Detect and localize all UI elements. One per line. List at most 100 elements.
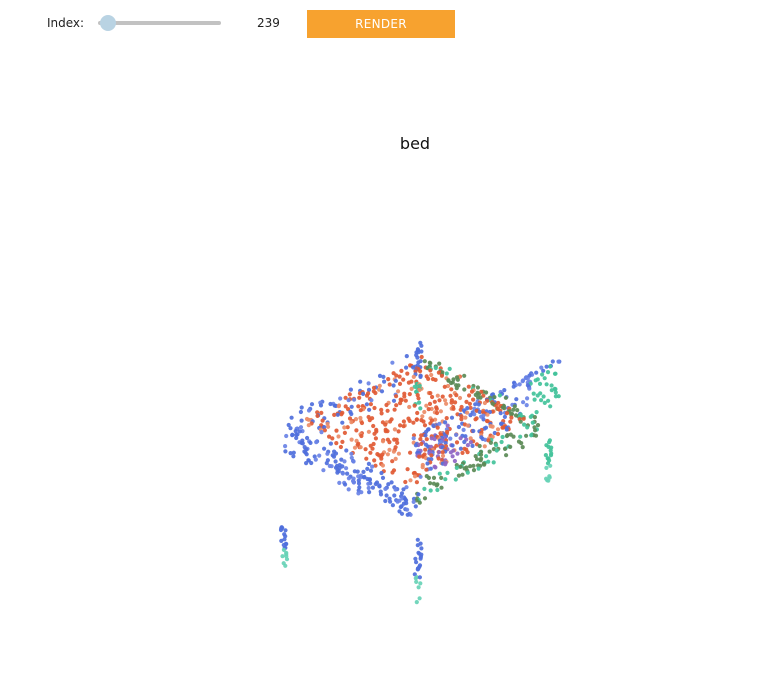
cloud-point: [368, 402, 373, 407]
cloud-point: [419, 546, 424, 551]
cloud-point: [387, 440, 392, 445]
cloud-point: [413, 576, 418, 581]
cloud-point: [454, 465, 459, 470]
cloud-point: [477, 443, 482, 449]
cloud-point: [470, 443, 475, 448]
cloud-point: [439, 373, 444, 378]
cloud-point: [515, 408, 520, 413]
index-slider-thumb[interactable]: [100, 15, 117, 31]
cloud-point: [533, 433, 539, 438]
cloud-point: [336, 404, 341, 409]
cloud-point: [500, 425, 505, 430]
cloud-point: [384, 493, 389, 498]
cloud-point: [503, 395, 508, 400]
cloud-point: [379, 411, 384, 416]
cloud-point: [419, 343, 424, 348]
cloud-point: [431, 475, 437, 480]
cloud-point: [309, 402, 315, 407]
cloud-point: [520, 379, 525, 384]
cloud-point: [396, 389, 401, 394]
cloud-point: [431, 423, 436, 429]
cloud-point: [437, 471, 442, 476]
cloud-point: [366, 429, 371, 434]
cloud-point: [535, 423, 541, 428]
cloud-point: [532, 415, 538, 420]
cloud-point: [427, 401, 433, 406]
cloud-point: [433, 365, 438, 371]
cloud-point: [397, 374, 402, 379]
cloud-point: [430, 394, 435, 400]
cloud-point: [372, 458, 377, 463]
cloud-point: [416, 585, 421, 590]
point-cloud-plot[interactable]: [0, 160, 768, 689]
index-slider[interactable]: [98, 21, 221, 25]
cloud-point: [537, 381, 543, 386]
cloud-point: [532, 397, 537, 402]
cloud-point: [454, 393, 459, 398]
cloud-point: [476, 402, 481, 407]
render-button[interactable]: RENDER: [307, 10, 455, 38]
cloud-point: [391, 449, 396, 454]
cloud-point: [438, 409, 443, 414]
cloud-point: [314, 440, 319, 445]
cloud-point: [450, 454, 455, 459]
cloud-point: [315, 413, 320, 418]
cloud-point: [429, 453, 434, 458]
cloud-point: [502, 446, 508, 451]
cloud-point: [482, 462, 487, 467]
cloud-point: [465, 410, 470, 415]
cloud-point: [413, 504, 418, 509]
cloud-point: [349, 437, 354, 442]
cloud-point: [444, 401, 449, 406]
cloud-point: [334, 428, 339, 433]
cloud-point: [349, 420, 354, 425]
index-value: 239: [257, 16, 280, 30]
cloud-point: [461, 427, 466, 432]
cloud-point: [541, 394, 546, 399]
cloud-point: [429, 372, 434, 378]
cloud-point: [395, 440, 400, 445]
cloud-point: [474, 457, 480, 462]
cloud-point: [385, 408, 390, 413]
cloud-point: [411, 374, 416, 379]
cloud-point: [352, 445, 358, 450]
cloud-point: [365, 466, 370, 471]
cloud-point: [300, 441, 305, 446]
cloud-point: [407, 392, 412, 397]
cloud-point: [475, 385, 480, 390]
cloud-point: [432, 399, 437, 404]
cloud-point: [409, 386, 414, 391]
cloud-point: [407, 418, 412, 423]
cloud-point: [519, 441, 524, 446]
cloud-point: [392, 407, 397, 412]
cloud-point: [440, 453, 446, 458]
cloud-point: [342, 425, 347, 430]
cloud-point: [504, 411, 510, 416]
cloud-point: [361, 469, 366, 474]
cloud-point: [344, 448, 349, 453]
cloud-point: [392, 493, 397, 498]
cloud-point: [511, 434, 516, 439]
cloud-point: [390, 459, 395, 464]
cloud-point: [332, 412, 337, 417]
cloud-point: [321, 468, 326, 473]
cloud-point: [550, 359, 555, 364]
cloud-point: [422, 486, 427, 491]
cloud-point: [366, 387, 372, 392]
cloud-point: [524, 433, 529, 438]
cloud-point: [476, 466, 481, 471]
cloud-point: [419, 354, 424, 360]
cloud-point: [319, 430, 324, 435]
cloud-point: [458, 436, 463, 441]
cloud-point: [428, 368, 433, 373]
cloud-point: [440, 450, 445, 455]
cloud-point: [306, 408, 312, 413]
cloud-point: [504, 427, 509, 432]
cloud-point: [283, 444, 288, 449]
cloud-point: [541, 368, 546, 373]
cloud-point: [415, 355, 420, 360]
cloud-point: [414, 560, 419, 565]
cloud-point: [540, 372, 545, 377]
cloud-point: [294, 435, 299, 441]
cloud-point: [531, 391, 536, 396]
